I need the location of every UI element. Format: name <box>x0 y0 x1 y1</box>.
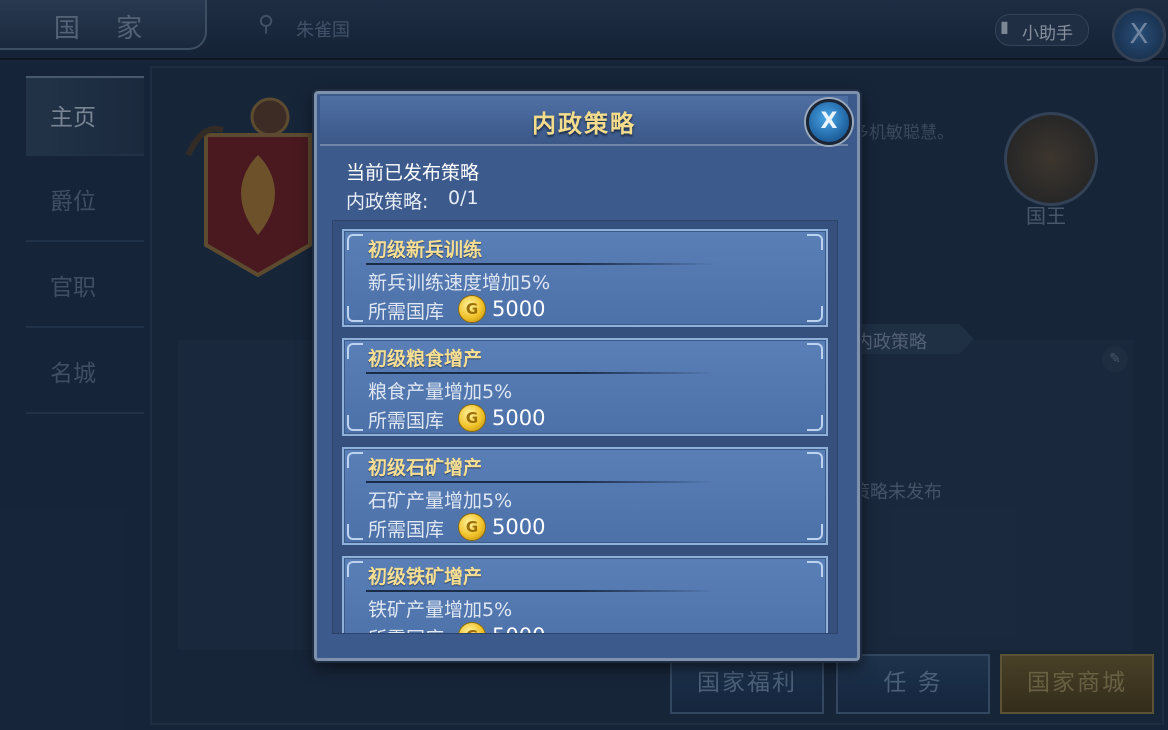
divider <box>366 481 716 483</box>
corner-ornament <box>807 415 823 431</box>
policy-name: 初级粮食增产 <box>368 348 483 370</box>
corner-ornament <box>347 415 363 431</box>
policy-name: 初级铁矿增产 <box>368 566 483 588</box>
coin-icon: G <box>458 513 486 541</box>
policy-description: 石矿产量增加5% <box>368 490 513 512</box>
policy-card[interactable]: 初级铁矿增产 铁矿产量增加5% 所需国库 G 5000 <box>342 556 828 634</box>
divider <box>366 263 716 265</box>
dialog-close-button[interactable]: X <box>806 99 852 145</box>
corner-ornament <box>347 452 363 468</box>
divider <box>366 372 716 374</box>
corner-ornament <box>347 306 363 322</box>
cost-label: 所需国库 <box>368 301 445 323</box>
published-title: 当前已发布策略 <box>346 162 480 184</box>
cost-label: 所需国库 <box>368 519 445 541</box>
corner-ornament <box>807 524 823 540</box>
divider <box>366 590 716 592</box>
corner-ornament <box>347 561 363 577</box>
policy-cost: 5000 <box>492 297 546 321</box>
policy-list[interactable]: 初级新兵训练 新兵训练速度增加5% 所需国库 G 5000 初级粮食增产 粮食产… <box>332 220 838 634</box>
policy-cost: 5000 <box>492 406 546 430</box>
corner-ornament <box>347 633 363 634</box>
corner-ornament <box>347 234 363 250</box>
coin-icon: G <box>458 295 486 323</box>
policy-description: 铁矿产量增加5% <box>368 599 513 621</box>
corner-ornament <box>347 524 363 540</box>
policy-cost: 5000 <box>492 624 545 633</box>
coin-icon: G <box>458 404 486 432</box>
corner-ornament <box>347 343 363 359</box>
cost-label: 所需国库 <box>368 410 445 432</box>
policy-card[interactable]: 初级粮食增产 粮食产量增加5% 所需国库 G 5000 <box>342 338 828 436</box>
published-count: 0/1 <box>448 187 479 209</box>
corner-ornament <box>807 633 823 634</box>
policy-card[interactable]: 初级新兵训练 新兵训练速度增加5% 所需国库 G 5000 <box>342 229 828 327</box>
policy-name: 初级新兵训练 <box>368 239 483 261</box>
policy-description: 粮食产量增加5% <box>368 381 513 403</box>
published-count-label: 内政策略: <box>346 191 429 213</box>
corner-ornament <box>807 306 823 322</box>
dialog-title: 内政策略 <box>532 110 636 138</box>
corner-ornament <box>807 452 823 468</box>
cost-label: 所需国库 <box>368 624 444 633</box>
corner-ornament <box>807 343 823 359</box>
coin-icon: G <box>458 622 486 633</box>
policy-name: 初级石矿增产 <box>368 457 483 479</box>
corner-ornament <box>807 561 823 577</box>
policy-description: 新兵训练速度增加5% <box>368 272 551 294</box>
corner-ornament <box>807 234 823 250</box>
policy-cost: 5000 <box>492 515 546 539</box>
policy-card[interactable]: 初级石矿增产 石矿产量增加5% 所需国库 G 5000 <box>342 447 828 545</box>
